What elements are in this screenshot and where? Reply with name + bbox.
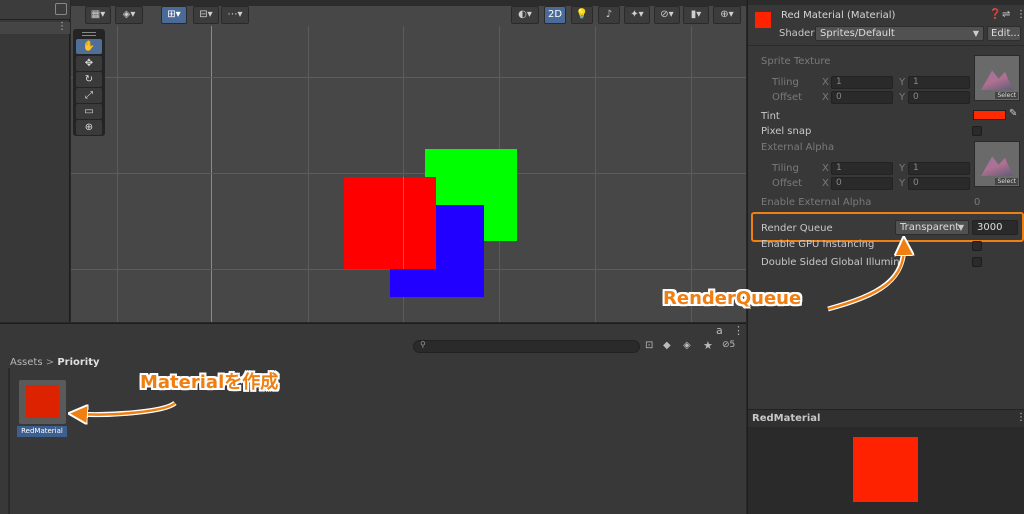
render-queue-arrow: [827, 242, 907, 312]
material-callout: Materialを作成: [140, 372, 279, 393]
render-queue-callout: RenderQueue: [663, 288, 802, 309]
annotation-arrows: [0, 0, 1024, 514]
render-queue-arrow: [827, 246, 904, 311]
